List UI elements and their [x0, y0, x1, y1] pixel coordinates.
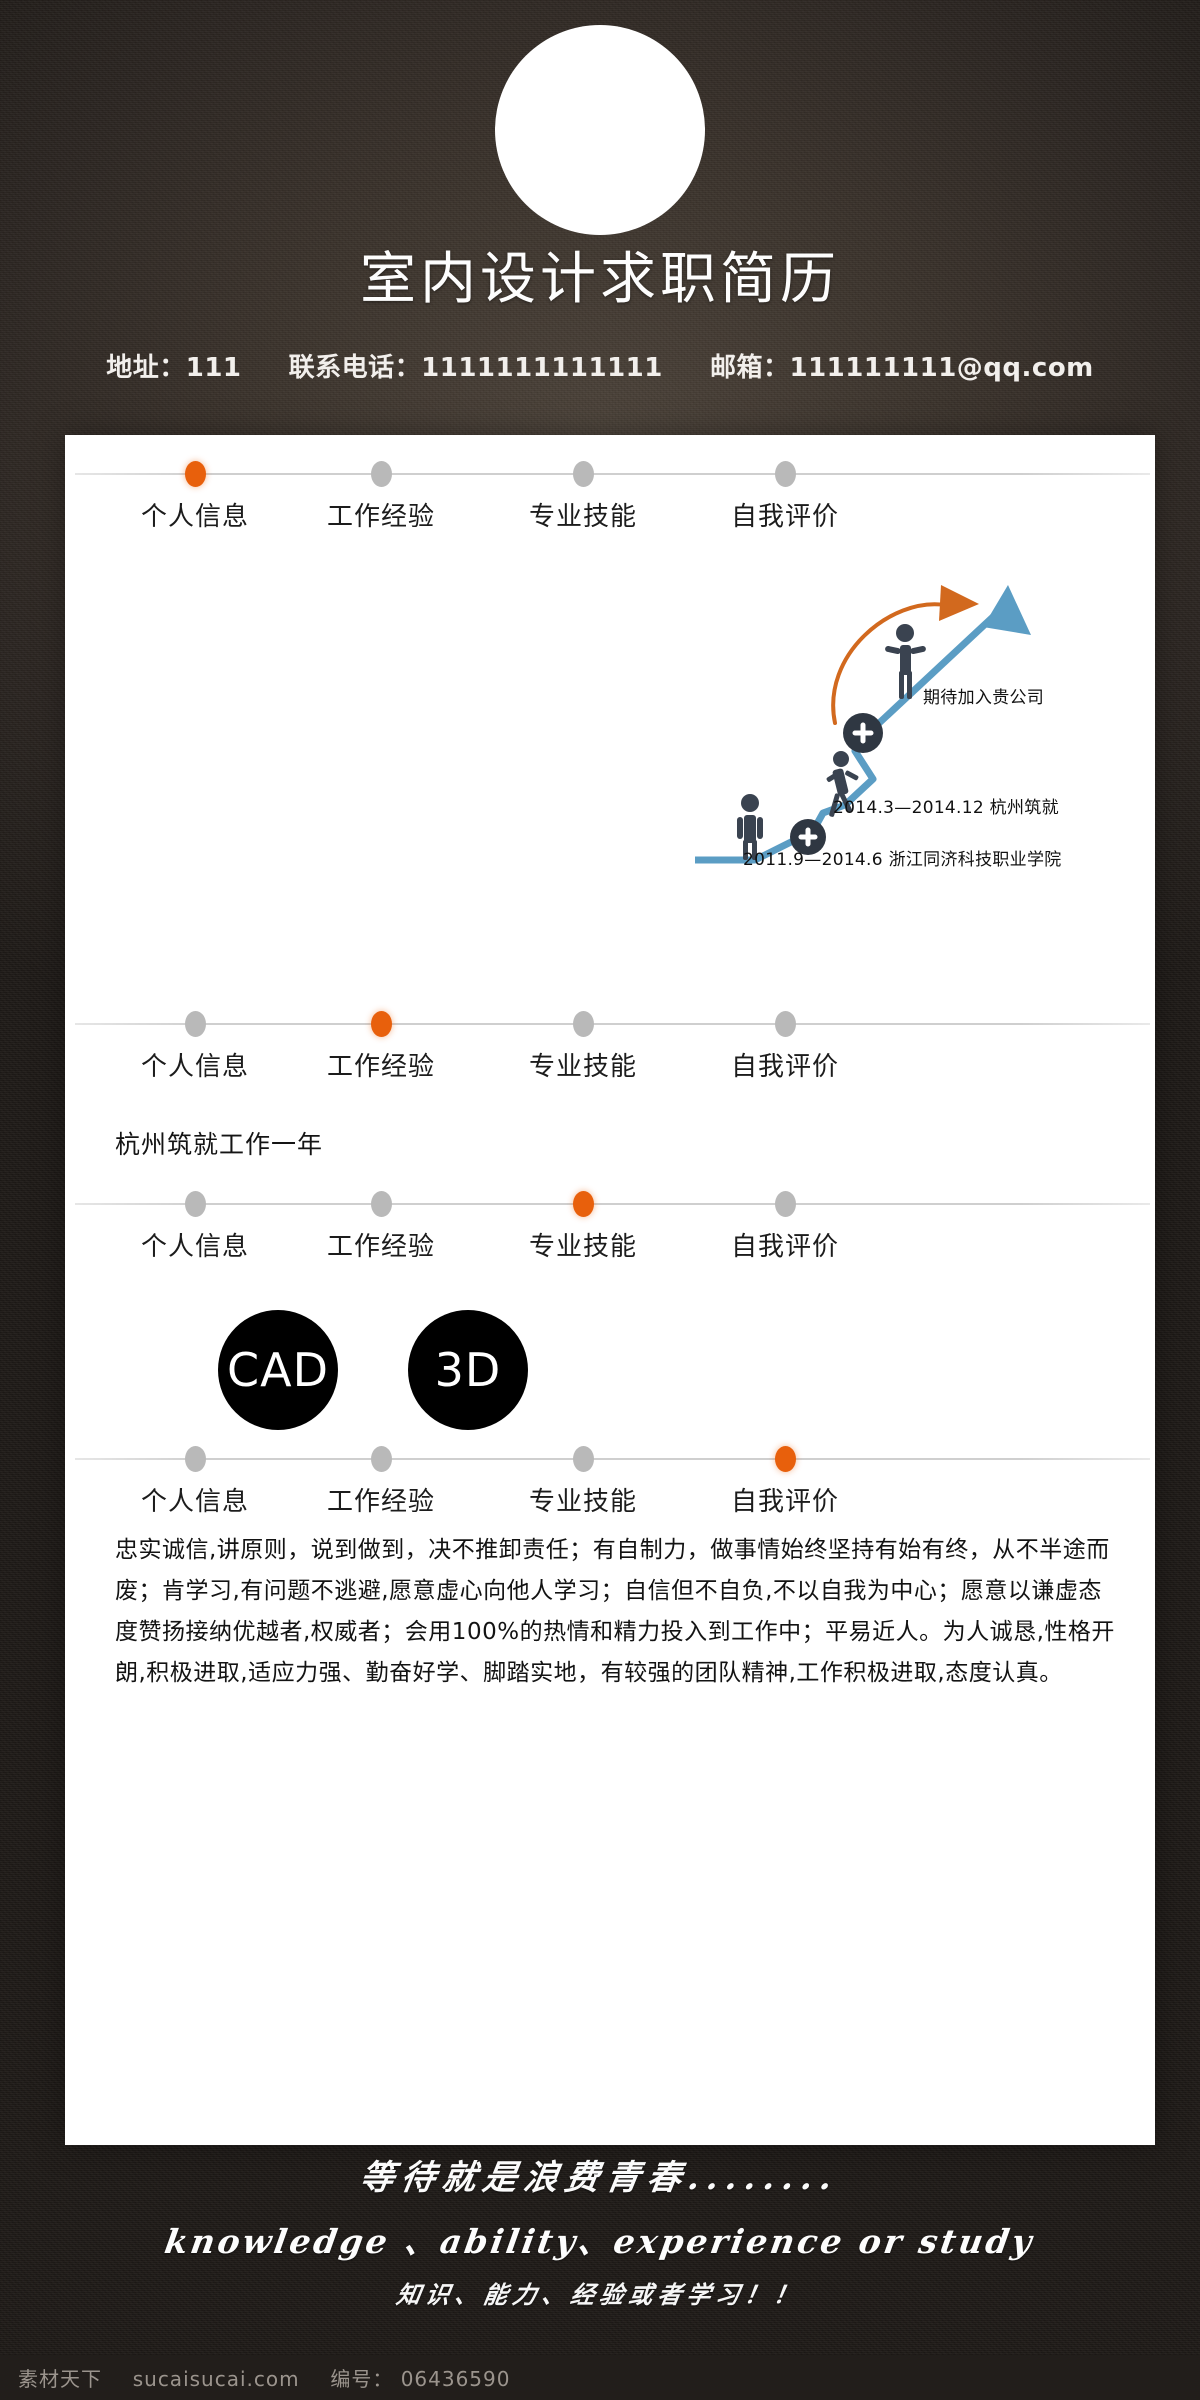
slogan-chinese-primary: 等待就是浪费青春........ — [356, 2158, 842, 2198]
nav-dot-icon — [774, 1191, 796, 1217]
skill-badge-cad: CAD — [218, 1310, 338, 1430]
nav-label: 自我评价 — [730, 502, 839, 532]
nav-row-skills: 个人信息 工作经验 专业技能 自我评价 — [65, 1185, 1155, 1265]
career-path-svg — [695, 585, 1031, 864]
watermark-id-value: 06436590 — [400, 2367, 511, 2391]
nav-item-skills[interactable]: 专业技能 — [483, 455, 683, 533]
nav-item-work-experience[interactable]: 工作经验 — [281, 455, 481, 533]
career-caption-future: 期待加入贵公司 — [923, 688, 1045, 708]
address-label: 地址： — [106, 353, 186, 383]
nav-label: 个人信息 — [140, 1487, 249, 1517]
page-title: 室内设计求职简历 — [360, 247, 840, 312]
nav-item-work-experience[interactable]: 工作经验 — [281, 1185, 481, 1263]
nav-row-work: 个人信息 工作经验 专业技能 自我评价 — [65, 1005, 1155, 1085]
career-caption-job: 2014.3—2014.12 杭州筑就 — [833, 798, 1059, 818]
nav-label: 自我评价 — [730, 1487, 839, 1517]
nav-item-personal-info[interactable]: 个人信息 — [95, 455, 295, 533]
email-label: 邮箱： — [709, 353, 790, 383]
career-path-illustration: 期待加入贵公司 2014.3—2014.12 杭州筑就 2011.9—2014.… — [695, 555, 1145, 885]
career-caption-school: 2011.9—2014.6 浙江同济科技职业学院 — [743, 850, 1062, 870]
footer-slogans: 等待就是浪费青春........ knowledge 、ability、expe… — [0, 2150, 1200, 2310]
watermark-bar: 素材天下 sucaisucai.com 编号： 06436590 — [0, 2355, 1200, 2400]
nav-item-work-experience[interactable]: 工作经验 — [281, 1005, 481, 1083]
contact-info-row: 地址：111 联系电话：1111111111111 邮箱：111111111@q… — [0, 347, 1200, 384]
nav-item-skills[interactable]: 专业技能 — [483, 1185, 683, 1263]
address-field: 地址：111 — [106, 347, 241, 384]
watermark-site-url: sucaisucai.com — [132, 2367, 300, 2391]
resume-card: 个人信息 工作经验 专业技能 自我评价 期待加入贵公司 2014.3—2014.… — [65, 435, 1155, 2145]
nav-row-evaluation: 个人信息 工作经验 专业技能 自我评价 — [65, 1440, 1155, 1520]
nav-dot-icon — [572, 1446, 594, 1472]
nav-dot-icon — [370, 1191, 392, 1217]
email-field: 邮箱：111111111@qq.com — [710, 347, 1094, 384]
self-evaluation-text: 忠实诚信,讲原则，说到做到，决不推卸责任；有自制力，做事情始终坚持有始有终，从不… — [115, 1537, 1115, 1686]
nav-label: 工作经验 — [326, 1052, 435, 1082]
nav-dot-icon — [184, 461, 206, 487]
nav-dot-icon — [184, 1446, 206, 1472]
nav-label: 个人信息 — [140, 1232, 249, 1262]
nav-dot-icon — [774, 1446, 796, 1472]
nav-label: 工作经验 — [326, 502, 435, 532]
nav-item-personal-info[interactable]: 个人信息 — [95, 1185, 295, 1263]
phone-field: 联系电话：1111111111111 — [289, 347, 663, 384]
watermark-text: 素材天下 sucaisucai.com 编号： 06436590 — [18, 2363, 510, 2392]
nav-label: 专业技能 — [528, 502, 637, 532]
nav-row-personal: 个人信息 工作经验 专业技能 自我评价 — [65, 455, 1155, 535]
phone-value: 1111111111111 — [421, 353, 663, 383]
nav-item-personal-info[interactable]: 个人信息 — [95, 1005, 295, 1083]
email-value: 111111111@qq.com — [789, 353, 1094, 383]
nav-dot-icon — [774, 1011, 796, 1037]
nav-dot-icon — [572, 461, 594, 487]
nav-label: 自我评价 — [730, 1052, 839, 1082]
nav-item-self-evaluation[interactable]: 自我评价 — [685, 455, 885, 533]
nav-label: 工作经验 — [326, 1487, 435, 1517]
nav-item-skills[interactable]: 专业技能 — [483, 1005, 683, 1083]
nav-label: 自我评价 — [730, 1232, 839, 1262]
nav-dot-icon — [572, 1191, 594, 1217]
slogan-english: knowledge 、ability、experience or study — [161, 2222, 1038, 2261]
path-arrow-head-icon — [983, 585, 1031, 635]
nav-dot-icon — [370, 461, 392, 487]
nav-dot-icon — [370, 1011, 392, 1037]
nav-label: 个人信息 — [140, 1052, 249, 1082]
nav-item-self-evaluation[interactable]: 自我评价 — [685, 1185, 885, 1263]
nav-dot-icon — [370, 1446, 392, 1472]
address-value: 111 — [185, 353, 242, 383]
nav-dot-icon — [184, 1191, 206, 1217]
nav-dot-icon — [572, 1011, 594, 1037]
nav-label: 专业技能 — [528, 1232, 637, 1262]
nav-item-self-evaluation[interactable]: 自我评价 — [685, 1440, 885, 1518]
logo-circle — [495, 25, 705, 235]
orange-arrow-head-icon — [939, 585, 979, 621]
phone-label: 联系电话： — [288, 353, 422, 383]
watermark-site-cn: 素材天下 — [18, 2367, 102, 2391]
nav-item-self-evaluation[interactable]: 自我评价 — [685, 1005, 885, 1083]
watermark-id-label: 编号： — [330, 2367, 394, 2391]
nav-label: 个人信息 — [140, 502, 249, 532]
nav-item-personal-info[interactable]: 个人信息 — [95, 1440, 295, 1518]
work-experience-text: 杭州筑就工作一年 — [115, 1130, 324, 1159]
nav-dot-icon — [184, 1011, 206, 1037]
nav-label: 专业技能 — [528, 1052, 637, 1082]
slogan-chinese-secondary: 知识、能力、经验或者学习！！ — [394, 2280, 805, 2309]
nav-dot-icon — [774, 461, 796, 487]
nav-label: 专业技能 — [528, 1487, 637, 1517]
nav-item-skills[interactable]: 专业技能 — [483, 1440, 683, 1518]
nav-item-work-experience[interactable]: 工作经验 — [281, 1440, 481, 1518]
skill-badge-3d: 3D — [408, 1310, 528, 1430]
nav-label: 工作经验 — [326, 1232, 435, 1262]
